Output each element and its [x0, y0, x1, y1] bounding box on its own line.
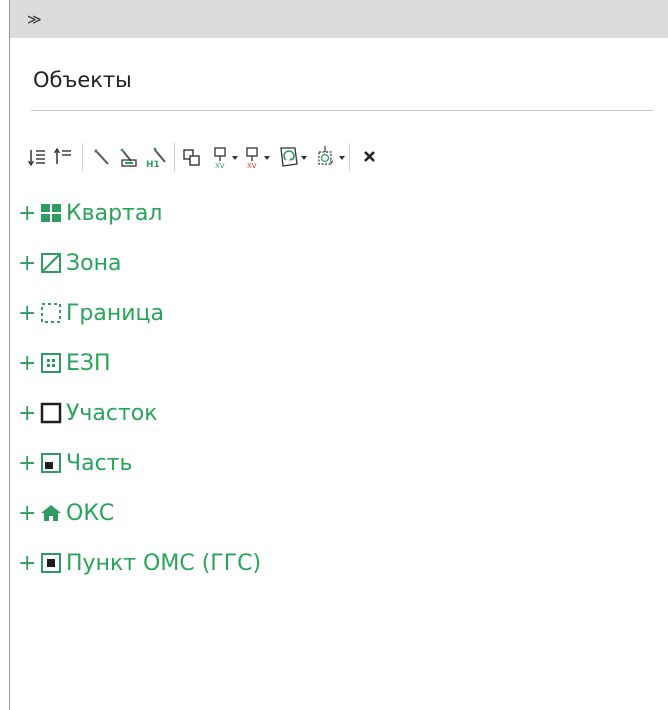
expand-plus[interactable]: +	[18, 401, 40, 426]
zone-icon	[40, 252, 62, 274]
magic-wand-icon[interactable]	[91, 142, 115, 172]
tree-item-kvartal[interactable]: + Квартал	[18, 196, 162, 230]
svg-text:XV: XV	[247, 162, 257, 170]
toolbar-separator	[82, 143, 83, 171]
tree-item-label: Граница	[66, 300, 165, 326]
svg-text:H1: H1	[146, 160, 160, 170]
tree-item-label: Участок	[66, 400, 158, 426]
expand-plus[interactable]: +	[18, 351, 40, 376]
survey-point-icon	[40, 552, 62, 574]
magic-wand-select-icon[interactable]	[117, 142, 141, 172]
import-xv-green-icon[interactable]: XV	[211, 142, 241, 172]
tree-item-uchastok[interactable]: + Участок	[18, 396, 158, 430]
toolbar-separator	[349, 143, 350, 171]
boundary-icon	[40, 302, 62, 324]
expand-plus[interactable]: +	[18, 551, 40, 576]
toolbar-separator	[174, 143, 175, 171]
tree-item-punkt-oms[interactable]: + Пункт ОМС (ГГС)	[18, 546, 261, 580]
polygon-refresh-icon[interactable]	[277, 142, 309, 172]
svg-text:y: y	[330, 158, 334, 165]
parcel-icon	[40, 402, 62, 424]
tree-item-label: Пункт ОМС (ГГС)	[66, 550, 262, 576]
expand-plus[interactable]: +	[18, 201, 40, 226]
magic-wand-h-icon[interactable]: H1	[145, 142, 169, 172]
toolbar: H1 XV XV y	[27, 142, 627, 172]
tree-item-label: Часть	[66, 450, 133, 476]
target-xy-icon[interactable]: y	[313, 142, 347, 172]
part-icon	[40, 452, 62, 474]
tree-item-zona[interactable]: + Зона	[18, 246, 121, 280]
expand-plus[interactable]: +	[18, 251, 40, 276]
expand-button[interactable]: ≫	[27, 12, 42, 26]
quarter-icon	[40, 202, 62, 224]
tree-item-chast[interactable]: + Часть	[18, 446, 132, 480]
tree-item-label: ОКС	[66, 500, 115, 526]
sort-up-icon[interactable]	[53, 142, 77, 172]
panel-header-strip: ≫	[10, 0, 668, 38]
ezp-icon	[40, 352, 62, 374]
tree-item-label: ЕЗП	[66, 350, 111, 376]
tree-item-ezp[interactable]: + ЕЗП	[18, 346, 111, 380]
sort-down-icon[interactable]	[27, 142, 51, 172]
house-icon	[40, 502, 62, 524]
expand-plus[interactable]: +	[18, 501, 40, 526]
tree-item-granica[interactable]: + Граница	[18, 296, 164, 330]
import-xv-red-icon[interactable]: XV	[243, 142, 273, 172]
tree-item-label: Зона	[66, 250, 122, 276]
panel-left-border	[9, 0, 10, 710]
close-icon[interactable]	[360, 142, 384, 172]
tree-item-label: Квартал	[66, 200, 163, 226]
svg-text:XV: XV	[215, 162, 225, 170]
expand-plus[interactable]: +	[18, 451, 40, 476]
tree-item-oks[interactable]: + ОКС	[18, 496, 114, 530]
group-icon[interactable]	[181, 142, 205, 172]
title-divider	[31, 110, 653, 111]
panel-title: Объекты	[33, 68, 132, 92]
expand-plus[interactable]: +	[18, 301, 40, 326]
